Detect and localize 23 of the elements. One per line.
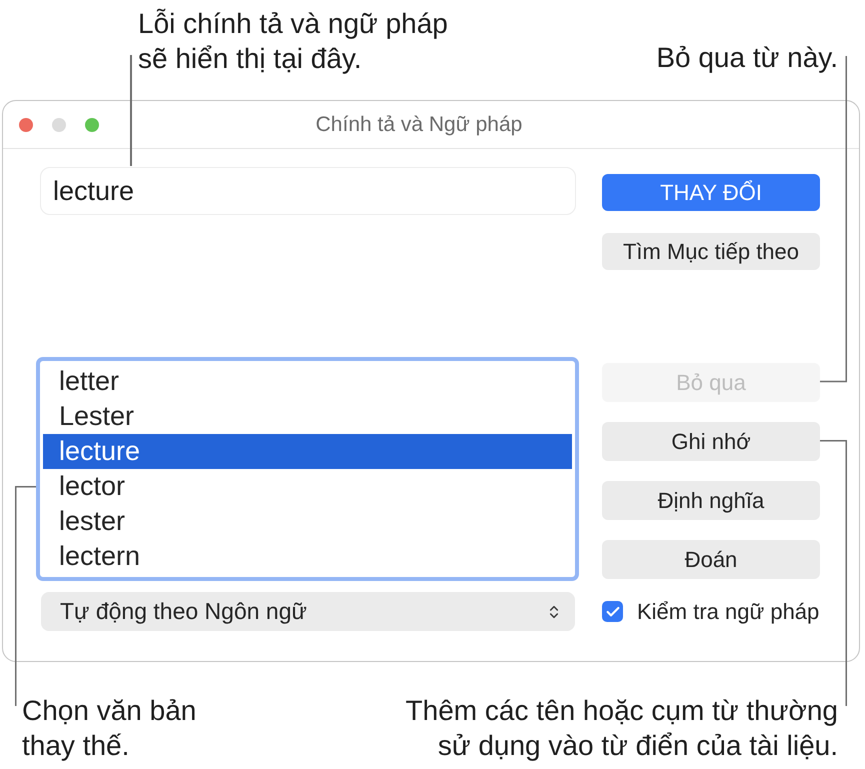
grammar-check-label: Kiểm tra ngữ pháp xyxy=(637,598,820,626)
guess-item[interactable]: letter xyxy=(43,364,572,399)
guess-item[interactable]: lector xyxy=(43,469,572,504)
close-icon[interactable] xyxy=(19,118,33,132)
guess-button[interactable]: Đoán xyxy=(602,540,820,579)
language-popup[interactable]: Tự động theo Ngôn ngữ xyxy=(41,592,575,631)
guess-item[interactable]: lectern xyxy=(43,539,572,574)
define-button[interactable]: Định nghĩa xyxy=(602,481,820,520)
word-field[interactable]: lecture xyxy=(40,167,576,215)
learn-button[interactable]: Ghi nhớ xyxy=(602,422,820,461)
callout-text: Chọn văn bản thay thế. xyxy=(22,694,196,763)
guess-item[interactable]: lecture xyxy=(43,434,572,469)
callout-text: Lỗi chính tả và ngữ pháp sẽ hiển thị tại đây. xyxy=(138,7,448,76)
find-next-button[interactable]: Tìm Mục tiếp theo xyxy=(602,233,820,270)
callout-text: Thêm các tên hoặc cụm từ thường sử dụng vào từ điển của tài liệu. xyxy=(406,694,838,763)
guess-item[interactable]: lester xyxy=(43,504,572,539)
window-title: Chính tả và Ngữ pháp xyxy=(316,112,522,138)
guess-item[interactable]: Lester xyxy=(43,399,572,434)
language-popup-value: Tự động theo Ngôn ngữ xyxy=(60,597,307,626)
change-button[interactable]: THAY ĐỔI xyxy=(602,174,820,211)
grammar-checkbox[interactable] xyxy=(602,601,623,622)
zoom-icon[interactable] xyxy=(85,118,99,132)
callout-text: Bỏ qua từ này. xyxy=(656,41,838,75)
